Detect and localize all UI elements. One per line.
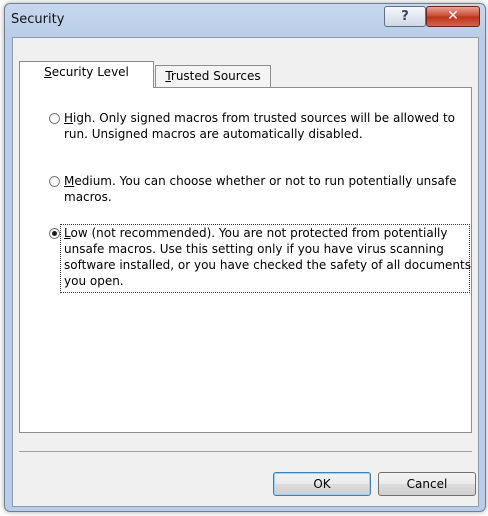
radio-high[interactable] (49, 113, 60, 124)
cancel-button[interactable]: Cancel (378, 472, 476, 496)
radio-low[interactable] (49, 228, 60, 239)
security-level-panel: High. Only signed macros from trusted so… (19, 87, 472, 433)
help-icon: ? (401, 9, 409, 24)
option-low-label[interactable]: Low (not recommended). You are not prote… (64, 225, 474, 289)
close-icon: ✕ (447, 8, 459, 24)
option-medium-label[interactable]: Medium. You can choose whether or not to… (64, 173, 474, 205)
tab-security-level-label: Security Level (44, 65, 129, 79)
title-bar[interactable]: Security ? ✕ (5, 4, 485, 36)
dialog-client-area: Security Level Trusted Sources High. Onl… (12, 37, 479, 507)
tab-trusted-sources[interactable]: Trusted Sources (155, 65, 271, 87)
tab-security-level[interactable]: Security Level (19, 61, 154, 88)
security-dialog: Security ? ✕ Security Level Trusted Sour… (4, 3, 486, 512)
help-button[interactable]: ? (384, 6, 426, 27)
ok-button[interactable]: OK (273, 472, 371, 496)
window-title: Security (11, 12, 65, 27)
option-high-label[interactable]: High. Only signed macros from trusted so… (64, 110, 474, 142)
tab-trusted-sources-label: Trusted Sources (165, 69, 261, 83)
close-button[interactable]: ✕ (426, 6, 480, 27)
radio-medium[interactable] (49, 176, 60, 187)
button-separator (19, 451, 472, 452)
